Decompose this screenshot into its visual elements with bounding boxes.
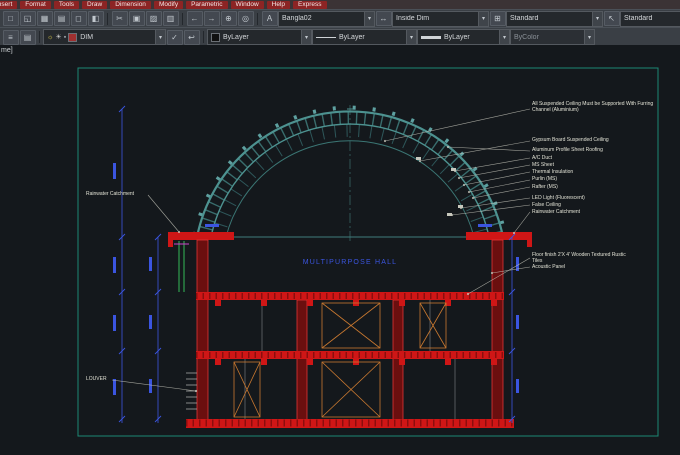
layer-select[interactable]: ☼ ☀ ▪ DIM ▾ (43, 29, 166, 45)
open-icon[interactable]: ◱ (19, 11, 36, 26)
chevron-down-icon: ▾ (406, 30, 416, 44)
plot-icon[interactable]: ▤ (53, 11, 70, 26)
hall-title-text[interactable]: MULTIPURPOSE HALL (303, 259, 398, 266)
linetype-sample (316, 36, 336, 38)
linetype-select[interactable]: ByLayer ▾ (312, 29, 417, 45)
layer-previous-icon[interactable]: ↩ (183, 29, 200, 45)
menu-dimension[interactable]: Dimension (110, 0, 151, 9)
text-style-icon[interactable]: A (261, 11, 278, 26)
toolbar-separator (39, 31, 40, 43)
new-icon[interactable]: □ (2, 11, 19, 26)
chevron-down-icon: ▾ (364, 11, 374, 26)
linetype-value: ByLayer (339, 33, 365, 41)
toolbar-separator (257, 12, 258, 25)
text-style-select[interactable]: Bangla02 ▾ (278, 10, 375, 27)
annotation-label: A/C Duct (532, 155, 553, 161)
plot-style-value: ByColor (514, 33, 539, 41)
toolbar-separator (107, 12, 108, 25)
color-value: ByLayer (223, 33, 249, 41)
pan-icon[interactable]: ⊕ (220, 11, 237, 26)
table-style-value: Standard (510, 15, 539, 22)
lock-icon: ▪ (63, 33, 67, 41)
annotation-label: MS Sheet (532, 162, 554, 168)
freeze-icon: ☀ (55, 34, 62, 41)
undo-icon[interactable]: ← (186, 11, 203, 26)
copy-icon[interactable]: ▣ (128, 11, 145, 26)
annotation-label: Purlin (MS) (532, 176, 558, 182)
dim-style-select[interactable]: Inside Dim ▾ (392, 10, 489, 27)
table-style-select[interactable]: Standard ▾ (506, 10, 603, 27)
chevron-down-icon: ▾ (478, 11, 488, 26)
leader-lines (111, 108, 531, 393)
annotation-label: Acoustic Panel (532, 264, 566, 270)
partition-walls[interactable] (244, 300, 456, 419)
plot-style-select: ByColor ▾ (510, 29, 595, 45)
annotation-label: Rainwater Catchment (532, 209, 581, 215)
model-space-canvas[interactable]: me] MULTIPURPOSE HALL All Suspended Ceil… (0, 45, 680, 455)
dim-style-value: Inside Dim (396, 15, 430, 22)
bulb-icon: ☼ (47, 33, 54, 41)
multileader-style-icon[interactable]: ↖ (603, 11, 620, 26)
publish-icon[interactable]: ◧ (87, 11, 104, 26)
chevron-down-icon: ▾ (584, 30, 594, 44)
chevron-down-icon: ▾ (301, 30, 311, 44)
chevron-down-icon: ▾ (155, 30, 165, 44)
ceiling-fittings[interactable] (416, 157, 463, 216)
lineweight-value: ByLayer (444, 33, 470, 41)
toolbar-separator (203, 31, 204, 43)
cut-icon[interactable]: ✂ (111, 11, 128, 26)
zoom-icon[interactable]: ◎ (237, 11, 254, 26)
chevron-down-icon: ▾ (499, 30, 509, 44)
annotation-label: All Suspended Ceiling Must be Supported … (532, 101, 654, 113)
color-select[interactable]: ByLayer ▾ (207, 29, 312, 45)
annotation-label: Rafter (MS) (532, 184, 558, 190)
lineweight-select[interactable]: ByLayer ▾ (417, 29, 510, 45)
annotation-label: Gypsum Board Suspended Ceiling (532, 137, 609, 143)
menu-insert[interactable]: Insert (0, 0, 18, 9)
menu-tools[interactable]: Tools (53, 0, 80, 9)
multileader-style-select[interactable]: Standard ▾ (620, 10, 680, 27)
plot-preview-icon[interactable]: ◻ (70, 11, 87, 26)
menu-draw[interactable]: Draw (82, 0, 108, 9)
annotation-label: LED Light (Fluorescent) (532, 195, 585, 201)
menu-express[interactable]: Express (293, 0, 327, 9)
annotation-label: LOUVER (86, 376, 107, 382)
current-layer-value: DIM (80, 33, 94, 41)
text-style-value: Bangla02 (282, 15, 312, 22)
layer-color-swatch (68, 32, 78, 42)
layer-states-icon[interactable]: ▤ (19, 29, 36, 45)
chevron-down-icon: ▾ (592, 11, 602, 26)
annotation-label: Thermal Insulation (532, 169, 574, 175)
menu-help[interactable]: Help (266, 0, 291, 9)
paste-icon[interactable]: ▨ (145, 11, 162, 26)
annotation-label: False Ceiling (532, 202, 561, 208)
dim-style-icon[interactable]: ↔ (375, 11, 392, 26)
rainwater-pipe[interactable] (174, 241, 189, 292)
menu-parametric[interactable]: Parametric (186, 0, 228, 9)
color-swatch (211, 32, 220, 42)
menu-modify[interactable]: Modify (153, 0, 184, 9)
menu-format[interactable]: Format (20, 0, 51, 9)
columns[interactable] (196, 239, 504, 421)
lineweight-sample (421, 35, 441, 39)
make-current-icon[interactable]: ✓ (166, 29, 183, 45)
multileader-style-value: Standard (624, 15, 653, 22)
menu-bar: Insert Format Tools Draw Dimension Modif… (0, 0, 680, 9)
layers-properties-toolbar: ≡ ▤ ☼ ☀ ▪ DIM ▾ ✓ ↩ ByLayer ▾ ByLayer ▾ … (0, 27, 680, 46)
annotation-label: Floor finish 2'X 4' Wooden Textured Rust… (532, 252, 626, 264)
layer-properties-icon[interactable]: ≡ (2, 29, 19, 45)
floor-slabs[interactable] (186, 292, 514, 428)
toolbar-separator (182, 12, 183, 25)
redo-icon[interactable]: → (203, 11, 220, 26)
autocad-window: Insert Format Tools Draw Dimension Modif… (0, 0, 680, 455)
menu-window[interactable]: Window (230, 0, 264, 9)
match-properties-icon[interactable]: ▥ (162, 11, 179, 26)
annotation-label: Aluminum Profile Sheet Roofing (532, 147, 603, 153)
annotation-label: Rainwater Catchment (86, 191, 135, 197)
standard-toolbar: □ ◱ ▦ ▤ ◻ ◧ ✂ ▣ ▨ ▥ ← → ⊕ ◎ A Bangla02 ▾… (0, 9, 680, 27)
table-style-icon[interactable]: ⊞ (489, 11, 506, 26)
save-icon[interactable]: ▦ (36, 11, 53, 26)
